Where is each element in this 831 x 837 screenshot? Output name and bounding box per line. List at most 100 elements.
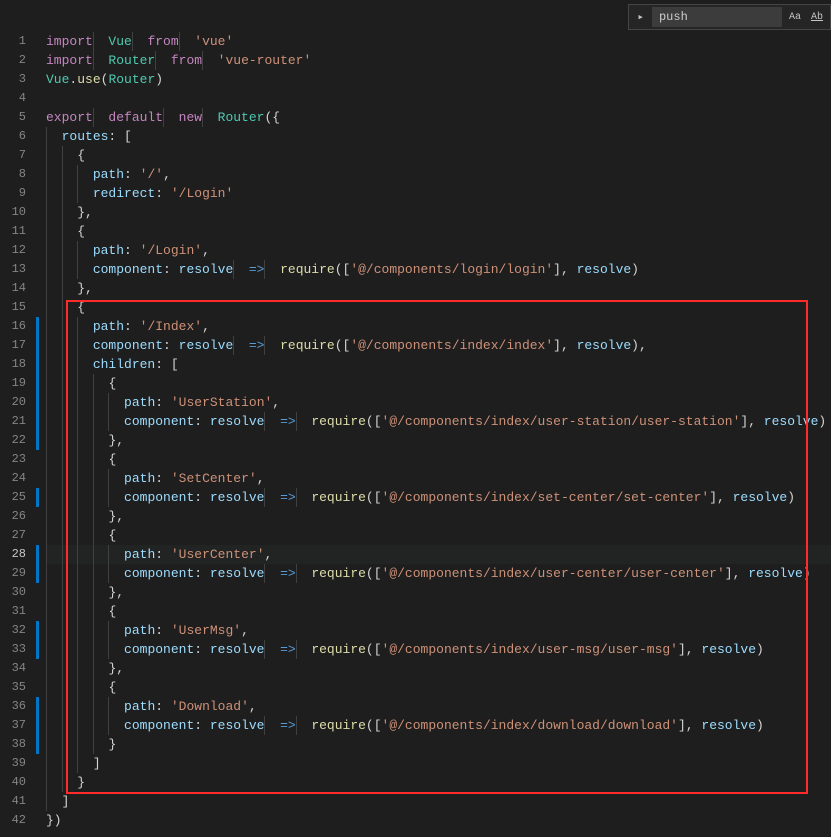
change-bar [36, 336, 39, 355]
line-number: 2 [0, 51, 26, 70]
code-line[interactable]: path: 'UserCenter', [46, 545, 831, 564]
code-line[interactable] [46, 89, 831, 108]
code-line[interactable]: component: resolve => require(['@/compon… [46, 488, 831, 507]
find-match-case[interactable]: Aa [786, 10, 804, 25]
code-line[interactable]: import Vue from 'vue' [46, 32, 831, 51]
change-bar [36, 697, 39, 716]
line-number: 20 [0, 393, 26, 412]
code-line[interactable]: }, [46, 431, 831, 450]
code-line[interactable]: path: 'UserStation', [46, 393, 831, 412]
line-number: 21 [0, 412, 26, 431]
code-line[interactable]: { [46, 374, 831, 393]
change-bar [36, 735, 39, 754]
code-line[interactable]: { [46, 450, 831, 469]
code-line[interactable]: }, [46, 507, 831, 526]
code-line[interactable]: ] [46, 754, 831, 773]
line-number: 11 [0, 222, 26, 241]
line-number: 23 [0, 450, 26, 469]
line-number: 3 [0, 70, 26, 89]
line-number: 17 [0, 336, 26, 355]
line-number: 25 [0, 488, 26, 507]
line-number: 15 [0, 298, 26, 317]
code-line[interactable]: }, [46, 203, 831, 222]
line-number: 32 [0, 621, 26, 640]
code-line[interactable]: component: resolve => require(['@/compon… [46, 412, 831, 431]
line-number: 36 [0, 697, 26, 716]
code-line[interactable]: redirect: '/Login' [46, 184, 831, 203]
change-bar [36, 317, 39, 336]
code-line[interactable]: children: [ [46, 355, 831, 374]
code-editor: { "find": { "value": "push", "expand_gly… [0, 0, 831, 837]
line-number: 9 [0, 184, 26, 203]
code-line[interactable]: path: '/Index', [46, 317, 831, 336]
code-line[interactable]: path: 'SetCenter', [46, 469, 831, 488]
line-number: 22 [0, 431, 26, 450]
line-number: 27 [0, 526, 26, 545]
change-bar [36, 374, 39, 393]
line-number: 19 [0, 374, 26, 393]
find-input[interactable] [652, 7, 782, 27]
change-bar [36, 488, 39, 507]
find-match-word[interactable]: Ab [808, 10, 826, 25]
code-line[interactable]: path: '/', [46, 165, 831, 184]
line-number: 12 [0, 241, 26, 260]
line-number: 16 [0, 317, 26, 336]
code-line[interactable]: component: resolve => require(['@/compon… [46, 564, 831, 583]
line-number: 37 [0, 716, 26, 735]
code-line[interactable]: Vue.use(Router) [46, 70, 831, 89]
line-number: 8 [0, 165, 26, 184]
change-bar [36, 640, 39, 659]
line-number: 24 [0, 469, 26, 488]
change-bar [36, 355, 39, 374]
code-line[interactable]: { [46, 602, 831, 621]
line-number: 31 [0, 602, 26, 621]
line-number: 1 [0, 32, 26, 51]
line-number: 34 [0, 659, 26, 678]
code-line[interactable]: { [46, 526, 831, 545]
line-number: 39 [0, 754, 26, 773]
code-line[interactable]: import Router from 'vue-router' [46, 51, 831, 70]
find-expand-icon[interactable]: ▸ [633, 10, 648, 24]
change-bar [36, 412, 39, 431]
code-line[interactable]: }) [46, 811, 831, 830]
change-bar [36, 621, 39, 640]
line-number: 26 [0, 507, 26, 526]
code-line[interactable]: export default new Router({ [46, 108, 831, 127]
line-number: 40 [0, 773, 26, 792]
code-line[interactable]: { [46, 298, 831, 317]
code-line[interactable]: component: resolve => require(['@/compon… [46, 640, 831, 659]
code-line[interactable]: }, [46, 659, 831, 678]
code-line[interactable]: } [46, 735, 831, 754]
change-bar [36, 564, 39, 583]
line-number: 10 [0, 203, 26, 222]
line-number: 5 [0, 108, 26, 127]
code-line[interactable]: path: '/Login', [46, 241, 831, 260]
line-number: 38 [0, 735, 26, 754]
change-bar [36, 716, 39, 735]
line-number: 13 [0, 260, 26, 279]
code-line[interactable]: } [46, 773, 831, 792]
code-line[interactable]: ] [46, 792, 831, 811]
line-number: 42 [0, 811, 26, 830]
code-line[interactable]: }, [46, 279, 831, 298]
code-line[interactable]: component: resolve => require(['@/compon… [46, 260, 831, 279]
code-line[interactable]: path: 'UserMsg', [46, 621, 831, 640]
code-area[interactable]: import Vue from 'vue'import Router from … [46, 32, 831, 830]
line-number: 7 [0, 146, 26, 165]
line-number: 33 [0, 640, 26, 659]
code-line[interactable]: path: 'Download', [46, 697, 831, 716]
line-number: 41 [0, 792, 26, 811]
change-bar [36, 393, 39, 412]
find-widget[interactable]: ▸ Aa Ab [628, 4, 831, 30]
code-line[interactable]: }, [46, 583, 831, 602]
code-line[interactable]: routes: [ [46, 127, 831, 146]
code-line[interactable]: { [46, 222, 831, 241]
line-number-gutter: 1234567891011121314151617181920212223242… [0, 32, 36, 830]
line-number: 35 [0, 678, 26, 697]
line-number: 14 [0, 279, 26, 298]
line-number: 18 [0, 355, 26, 374]
code-line[interactable]: { [46, 146, 831, 165]
code-line[interactable]: component: resolve => require(['@/compon… [46, 336, 831, 355]
code-line[interactable]: { [46, 678, 831, 697]
code-line[interactable]: component: resolve => require(['@/compon… [46, 716, 831, 735]
